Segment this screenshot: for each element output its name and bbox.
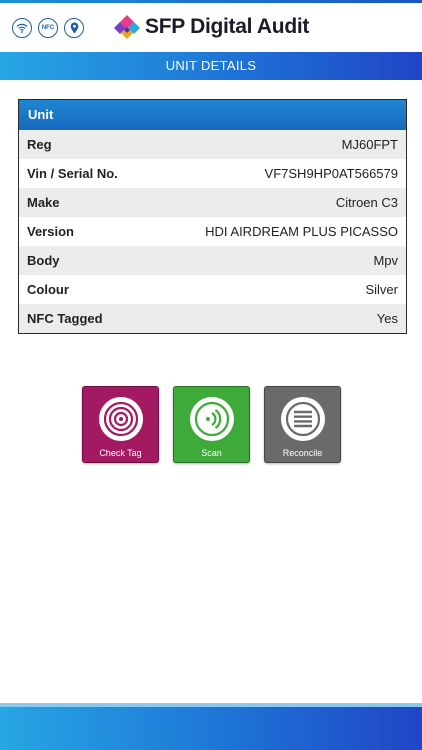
page-title: UNIT DETAILS <box>0 52 422 80</box>
check-tag-button[interactable]: Check Tag <box>82 386 159 463</box>
wifi-icon <box>12 18 32 38</box>
row-label: Body <box>27 253 60 268</box>
scan-label: Scan <box>201 448 222 458</box>
reconcile-label: Reconcile <box>282 448 323 458</box>
list-lines-icon <box>280 397 325 441</box>
row-label: Reg <box>27 137 52 152</box>
row-label: Colour <box>27 282 69 297</box>
unit-row-body: Body Mpv <box>19 246 406 275</box>
row-value: VF7SH9HP0AT566579 <box>264 166 398 181</box>
location-pin-icon <box>64 18 84 38</box>
target-icon <box>98 397 143 441</box>
unit-card-title: Unit <box>19 100 406 130</box>
unit-row-version: Version HDI AIRDREAM PLUS PICASSO <box>19 217 406 246</box>
row-value: HDI AIRDREAM PLUS PICASSO <box>205 224 398 239</box>
row-value: MJ60FPT <box>341 137 398 152</box>
row-value: Yes <box>376 311 398 326</box>
unit-row-make: Make Citroen C3 <box>19 188 406 217</box>
status-icons: NFC <box>12 18 84 38</box>
unit-row-nfc-tagged: NFC Tagged Yes <box>19 304 406 333</box>
nfc-icon: NFC <box>38 18 58 38</box>
footer-bar <box>0 703 422 750</box>
nfc-scan-icon <box>189 397 234 441</box>
row-value: Silver <box>365 282 398 297</box>
action-buttons: Check Tag Scan Reconcile <box>82 386 341 463</box>
row-label: Make <box>27 195 60 210</box>
app-header: NFC SFP Digital Audit <box>0 0 422 52</box>
unit-row-reg: Reg MJ60FPT <box>19 130 406 159</box>
row-value: Citroen C3 <box>335 195 398 210</box>
brand: SFP Digital Audit <box>114 14 309 40</box>
row-label: Version <box>27 224 74 239</box>
scan-button[interactable]: Scan <box>173 386 250 463</box>
sfp-logo-icon <box>114 15 140 39</box>
unit-row-vin: Vin / Serial No. VF7SH9HP0AT566579 <box>19 159 406 188</box>
row-value: Mpv <box>373 253 398 268</box>
row-label: NFC Tagged <box>27 311 103 326</box>
check-tag-label: Check Tag <box>99 448 142 458</box>
reconcile-button[interactable]: Reconcile <box>264 386 341 463</box>
unit-row-colour: Colour Silver <box>19 275 406 304</box>
row-label: Vin / Serial No. <box>27 166 118 181</box>
app-title: SFP Digital Audit <box>145 15 310 38</box>
unit-details-card: Unit Reg MJ60FPT Vin / Serial No. VF7SH9… <box>18 99 407 334</box>
